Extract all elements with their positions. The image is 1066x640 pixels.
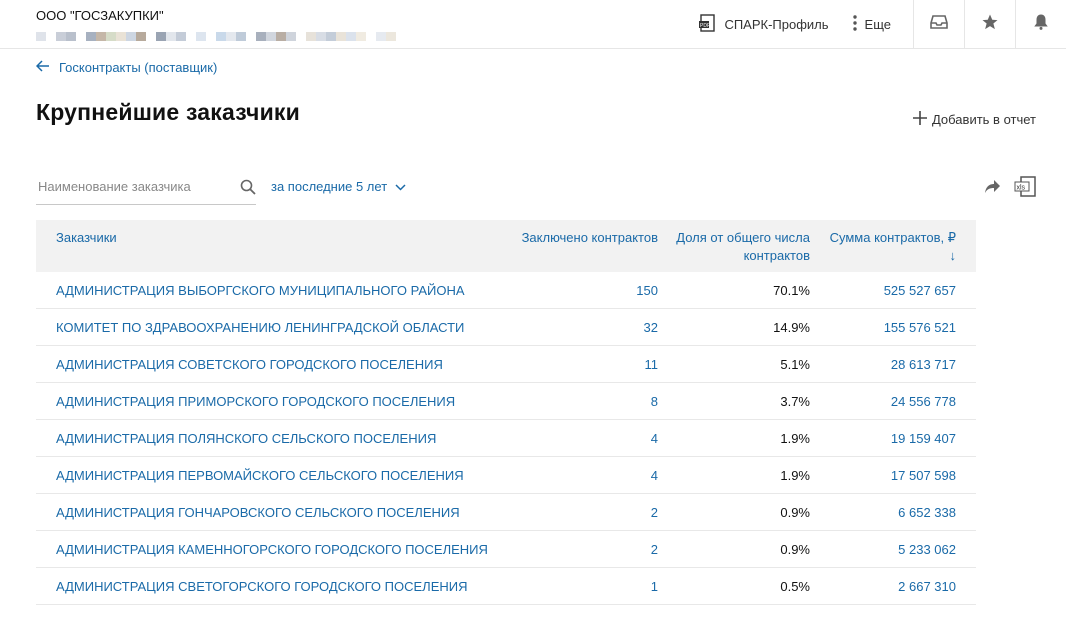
period-label: за последние 5 лет	[271, 179, 388, 194]
contracts-sum-link[interactable]: 2 667 310	[816, 567, 976, 605]
chevron-down-icon	[387, 179, 406, 194]
table-row: АДМИНИСТРАЦИЯ СВЕТОГОРСКОГО ГОРОДСКОГО П…	[36, 567, 976, 605]
company-name: ООО "ГОСЗАКУПКИ"	[36, 8, 164, 23]
plus-icon	[912, 111, 932, 128]
top-bar: ООО "ГОСЗАКУПКИ" PDF СПАРК-Профиль Еще	[0, 0, 1066, 49]
search-icon[interactable]	[240, 179, 256, 200]
contracts-sum-link[interactable]: 24 556 778	[816, 382, 976, 420]
table-row: АДМИНИСТРАЦИЯ ГОНЧАРОВСКОГО СЕЛЬСКОГО ПО…	[36, 493, 976, 531]
add-to-report-label: Добавить в отчет	[931, 112, 1036, 127]
customer-name-link[interactable]: АДМИНИСТРАЦИЯ ПОЛЯНСКОГО СЕЛЬСКОГО ПОСЕЛ…	[36, 419, 502, 457]
table-row: АДМИНИСТРАЦИЯ СОВЕТСКОГО ГОРОДСКОГО ПОСЕ…	[36, 345, 976, 383]
favorite-button[interactable]	[964, 0, 1015, 48]
table-row: АДМИНИСТРАЦИЯ ВЫБОРГСКОГО МУНИЦИПАЛЬНОГО…	[36, 272, 976, 309]
share-value: 0.9%	[664, 530, 816, 568]
vertical-dots-icon	[851, 14, 865, 35]
customer-search	[36, 170, 256, 205]
contracts-count-link[interactable]: 150	[502, 272, 664, 309]
customer-name-link[interactable]: АДМИНИСТРАЦИЯ ГОНЧАРОВСКОГО СЕЛЬСКОГО ПО…	[36, 493, 502, 531]
contracts-sum-link[interactable]: 19 159 407	[816, 419, 976, 457]
more-label: Еще	[864, 16, 891, 32]
table-row: КОМИТЕТ ПО ЗДРАВООХРАНЕНИЮ ЛЕНИНГРАДСКОЙ…	[36, 308, 976, 346]
inbox-button[interactable]	[913, 0, 964, 48]
contracts-sum-link[interactable]: 28 613 717	[816, 345, 976, 383]
contracts-count-link[interactable]: 1	[502, 567, 664, 605]
contracts-count-link[interactable]: 11	[502, 345, 664, 383]
share-value: 5.1%	[664, 345, 816, 383]
customer-name-link[interactable]: АДМИНИСТРАЦИЯ ПЕРВОМАЙСКОГО СЕЛЬСКОГО ПО…	[36, 456, 502, 494]
column-header-customer[interactable]: Заказчики	[36, 220, 502, 272]
column-header-contracts[interactable]: Заключено контрактов	[502, 220, 664, 272]
customer-name-link[interactable]: АДМИНИСТРАЦИЯ КАМЕННОГОРСКОГО ГОРОДСКОГО…	[36, 530, 502, 568]
customer-name-link[interactable]: АДМИНИСТРАЦИЯ ПРИМОРСКОГО ГОРОДСКОГО ПОС…	[36, 382, 502, 420]
share-value: 1.9%	[664, 456, 816, 494]
table-row: АДМИНИСТРАЦИЯ ПОЛЯНСКОГО СЕЛЬСКОГО ПОСЕЛ…	[36, 419, 976, 457]
contracts-sum-link[interactable]: 155 576 521	[816, 308, 976, 346]
contracts-sum-link[interactable]: 5 233 062	[816, 530, 976, 568]
column-header-share[interactable]: Доля от общего числа контрактов	[664, 220, 816, 272]
arrow-left-icon	[35, 60, 59, 75]
export-xls-button[interactable]: xls	[1014, 176, 1036, 203]
bell-icon	[1032, 13, 1050, 36]
back-link-label: Госконтракты (поставщик)	[59, 60, 218, 75]
contracts-count-link[interactable]: 32	[502, 308, 664, 346]
contracts-sum-link[interactable]: 525 527 657	[816, 272, 976, 309]
customer-search-input[interactable]	[36, 170, 228, 202]
pdf-doc-icon: PDF	[698, 13, 724, 36]
xls-export-icon: xls	[1014, 176, 1036, 202]
customers-table: Заказчики Заключено контрактов Доля от о…	[36, 220, 976, 605]
customer-name-link[interactable]: КОМИТЕТ ПО ЗДРАВООХРАНЕНИЮ ЛЕНИНГРАДСКОЙ…	[36, 308, 502, 346]
table-row: АДМИНИСТРАЦИЯ ПРИМОРСКОГО ГОРОДСКОГО ПОС…	[36, 382, 976, 420]
spark-profile-button[interactable]: PDF СПАРК-Профиль	[698, 13, 829, 36]
contracts-sum-link[interactable]: 17 507 598	[816, 456, 976, 494]
share-value: 1.9%	[664, 419, 816, 457]
table-header-row: Заказчики Заключено контрактов Доля от о…	[36, 220, 976, 272]
notifications-button[interactable]	[1015, 0, 1066, 48]
page-title: Крупнейшие заказчики	[36, 99, 300, 125]
share-value: 14.9%	[664, 308, 816, 346]
contracts-count-link[interactable]: 4	[502, 456, 664, 494]
customer-name-link[interactable]: АДМИНИСТРАЦИЯ ВЫБОРГСКОГО МУНИЦИПАЛЬНОГО…	[36, 272, 502, 309]
star-icon	[981, 13, 999, 36]
share-arrow-icon	[983, 180, 1001, 199]
column-header-sum[interactable]: Сумма контрактов, ₽ ↓	[816, 220, 976, 272]
contracts-sum-link[interactable]: 6 652 338	[816, 493, 976, 531]
inbox-icon	[930, 14, 948, 35]
blurred-company-details	[36, 32, 396, 41]
spark-profile-label: СПАРК-Профиль	[724, 16, 829, 32]
share-button[interactable]	[983, 177, 1001, 200]
contracts-count-link[interactable]: 2	[502, 530, 664, 568]
share-value: 0.9%	[664, 493, 816, 531]
period-selector[interactable]: за последние 5 лет	[271, 179, 406, 194]
customer-name-link[interactable]: АДМИНИСТРАЦИЯ СВЕТОГОРСКОГО ГОРОДСКОГО П…	[36, 567, 502, 605]
share-value: 70.1%	[664, 272, 816, 309]
table-body: АДМИНИСТРАЦИЯ ВЫБОРГСКОГО МУНИЦИПАЛЬНОГО…	[36, 272, 976, 605]
add-to-report-button[interactable]: Добавить в отчет	[912, 111, 1036, 128]
table-row: АДМИНИСТРАЦИЯ ПЕРВОМАЙСКОГО СЕЛЬСКОГО ПО…	[36, 456, 976, 494]
header-actions: PDF СПАРК-Профиль Еще	[698, 0, 1066, 48]
more-button[interactable]: Еще	[851, 14, 891, 35]
contracts-count-link[interactable]: 4	[502, 419, 664, 457]
table-row: АДМИНИСТРАЦИЯ КАМЕННОГОРСКОГО ГОРОДСКОГО…	[36, 530, 976, 568]
customer-name-link[interactable]: АДМИНИСТРАЦИЯ СОВЕТСКОГО ГОРОДСКОГО ПОСЕ…	[36, 345, 502, 383]
back-link[interactable]: Госконтракты (поставщик)	[35, 60, 218, 75]
contracts-count-link[interactable]: 8	[502, 382, 664, 420]
svg-text:PDF: PDF	[700, 23, 710, 29]
share-value: 3.7%	[664, 382, 816, 420]
share-value: 0.5%	[664, 567, 816, 605]
contracts-count-link[interactable]: 2	[502, 493, 664, 531]
svg-text:xls: xls	[1017, 185, 1026, 192]
